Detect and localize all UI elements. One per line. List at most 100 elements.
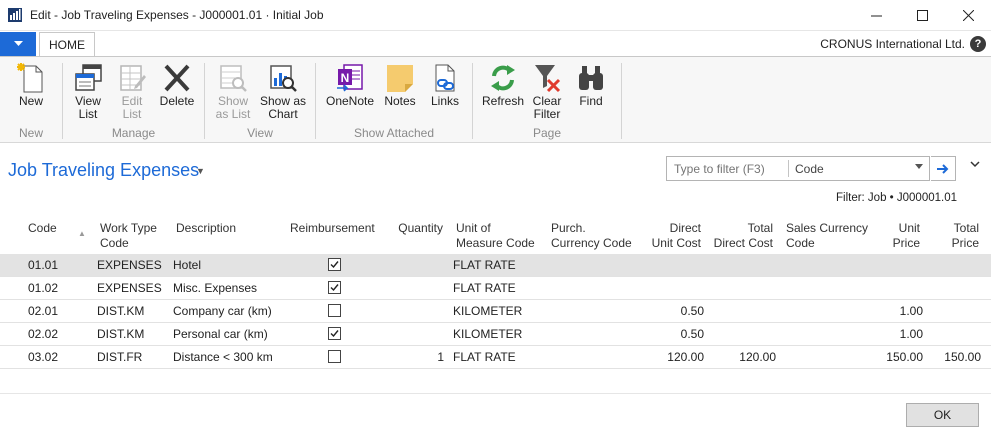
show-as-chart-label: Show as Chart — [259, 94, 307, 121]
filter-field-select[interactable]: Code — [795, 162, 824, 176]
cell-work-type-code[interactable]: DIST.KM — [97, 327, 144, 341]
cell-total-direct-cost[interactable]: 120.00 — [739, 350, 776, 364]
onenote-button[interactable]: N OneNote — [324, 61, 376, 121]
column-header-quantity[interactable]: Quantity — [398, 221, 443, 236]
column-header-sales-currency-code[interactable]: Sales Currency Code — [786, 221, 868, 251]
ribbon-group-manage: View List Edit List Delete Manage — [63, 57, 204, 143]
checkmark-icon — [330, 330, 339, 338]
column-header-description[interactable]: Description — [176, 221, 236, 236]
delete-label: Delete — [159, 94, 195, 108]
ribbon-group-show-attached: N OneNote Notes Links Show Attached — [316, 57, 472, 143]
cell-description[interactable]: Misc. Expenses — [173, 281, 257, 295]
filter-box: Code — [666, 156, 930, 181]
refresh-button[interactable]: Refresh — [481, 61, 525, 121]
cell-unit-price[interactable]: 1.00 — [900, 304, 923, 318]
table-row[interactable]: 01.02 EXPENSES Misc. Expenses FLAT RATE — [0, 277, 991, 300]
cell-direct-unit-cost[interactable]: 120.00 — [667, 350, 704, 364]
cell-quantity[interactable]: 1 — [437, 350, 444, 364]
new-button[interactable]: New — [12, 61, 50, 121]
cell-description[interactable]: Company car (km) — [173, 304, 272, 318]
column-header-unit-of-measure-code[interactable]: Unit of Measure Code — [456, 221, 535, 251]
cell-code[interactable]: 01.02 — [28, 281, 58, 295]
maximize-button[interactable] — [899, 0, 945, 31]
collapse-filter-icon[interactable] — [970, 161, 980, 168]
refresh-label: Refresh — [481, 94, 525, 108]
cell-work-type-code[interactable]: EXPENSES — [97, 281, 162, 295]
cell-code[interactable]: 02.01 — [28, 304, 58, 318]
find-label: Find — [579, 94, 603, 108]
dynamics-nav-icon — [8, 8, 22, 22]
application-menu-button[interactable] — [0, 32, 36, 56]
table-row[interactable]: 03.02 DIST.FR Distance < 300 km 1 FLAT RATE 1… — [0, 346, 991, 369]
cell-unit-of-measure-code[interactable]: KILOMETER — [453, 327, 522, 341]
onenote-icon: N — [337, 64, 363, 92]
cell-description[interactable]: Hotel — [173, 258, 201, 272]
cell-description[interactable]: Distance < 300 km — [173, 350, 273, 364]
column-header-purch-currency-code[interactable]: Purch. Currency Code — [551, 221, 632, 251]
cell-work-type-code[interactable]: DIST.KM — [97, 304, 144, 318]
cell-unit-of-measure-code[interactable]: FLAT RATE — [453, 258, 516, 272]
column-header-code[interactable]: Code — [28, 221, 57, 236]
sort-ascending-icon: ▲ — [78, 229, 86, 238]
cell-unit-of-measure-code[interactable]: FLAT RATE — [453, 281, 516, 295]
column-header-direct-unit-cost[interactable]: Direct Unit Cost — [652, 221, 701, 251]
filter-input[interactable] — [667, 157, 788, 180]
cell-unit-of-measure-code[interactable]: FLAT RATE — [453, 350, 516, 364]
cell-direct-unit-cost[interactable]: 0.50 — [681, 304, 704, 318]
reimbursement-checkbox[interactable] — [328, 350, 341, 363]
tab-home[interactable]: HOME — [39, 32, 95, 57]
minimize-button[interactable] — [853, 0, 899, 31]
show-as-list-button[interactable]: Show as List — [213, 61, 253, 121]
cell-total-price[interactable]: 150.00 — [944, 350, 981, 364]
find-binoculars-icon — [579, 66, 603, 90]
help-icon[interactable]: ? — [970, 36, 986, 52]
edit-list-icon — [120, 65, 146, 91]
find-button[interactable]: Find — [572, 61, 610, 121]
cell-description[interactable]: Personal car (km) — [173, 327, 268, 341]
cell-code[interactable]: 03.02 — [28, 350, 58, 364]
cell-work-type-code[interactable]: DIST.FR — [97, 350, 142, 364]
cell-unit-of-measure-code[interactable]: KILOMETER — [453, 304, 522, 318]
ribbon: New New View List Edit List Delete Manag… — [0, 56, 991, 143]
close-icon — [962, 10, 974, 21]
chevron-down-icon — [13, 41, 23, 46]
page-title-dropdown-icon[interactable]: ▼ — [196, 166, 205, 176]
notes-button[interactable]: Notes — [381, 61, 419, 121]
filter-divider — [788, 160, 789, 177]
delete-button[interactable]: Delete — [158, 61, 196, 121]
edit-list-button[interactable]: Edit List — [113, 61, 151, 121]
cell-unit-price[interactable]: 1.00 — [900, 327, 923, 341]
reimbursement-checkbox[interactable] — [328, 304, 341, 317]
reimbursement-checkbox[interactable] — [328, 281, 341, 294]
column-header-reimbursement[interactable]: Reimbursement — [290, 221, 375, 236]
view-list-button[interactable]: View List — [69, 61, 107, 121]
table-row[interactable]: 01.01 EXPENSES Hotel FLAT RATE — [0, 254, 991, 277]
maximize-icon — [916, 10, 928, 21]
refresh-icon — [491, 65, 515, 91]
ok-button[interactable]: OK — [906, 403, 979, 427]
close-button[interactable] — [945, 0, 991, 31]
apply-filter-button[interactable] — [931, 156, 956, 181]
links-button[interactable]: Links — [426, 61, 464, 121]
clear-filter-button[interactable]: Clear Filter — [528, 61, 566, 121]
reimbursement-checkbox[interactable] — [328, 327, 341, 340]
notes-icon — [387, 65, 413, 92]
table-row[interactable]: 02.01 DIST.KM Company car (km) KILOMETER 0.5… — [0, 300, 991, 323]
cell-unit-price[interactable]: 150.00 — [886, 350, 923, 364]
cell-work-type-code[interactable]: EXPENSES — [97, 258, 162, 272]
chevron-down-icon[interactable] — [915, 164, 923, 170]
column-header-work-type-code[interactable]: Work Type Code — [100, 221, 157, 251]
cell-direct-unit-cost[interactable]: 0.50 — [681, 327, 704, 341]
cell-code[interactable]: 01.01 — [28, 258, 58, 272]
ribbon-tab-row: HOME CRONUS International Ltd. ? — [0, 32, 991, 57]
clear-filter-label: Clear Filter — [532, 94, 562, 121]
page-title[interactable]: Job Traveling Expenses — [8, 160, 199, 181]
reimbursement-checkbox[interactable] — [328, 258, 341, 271]
table-row[interactable]: 02.02 DIST.KM Personal car (km) KILOMETER 0.… — [0, 323, 991, 346]
column-header-total-price[interactable]: Total Price — [952, 221, 979, 251]
show-as-chart-button[interactable]: Show as Chart — [258, 61, 308, 121]
column-header-total-direct-cost[interactable]: Total Direct Cost — [714, 221, 773, 251]
company-name[interactable]: CRONUS International Ltd. — [820, 37, 965, 51]
cell-code[interactable]: 02.02 — [28, 327, 58, 341]
column-header-unit-price[interactable]: Unit Price — [893, 221, 920, 251]
